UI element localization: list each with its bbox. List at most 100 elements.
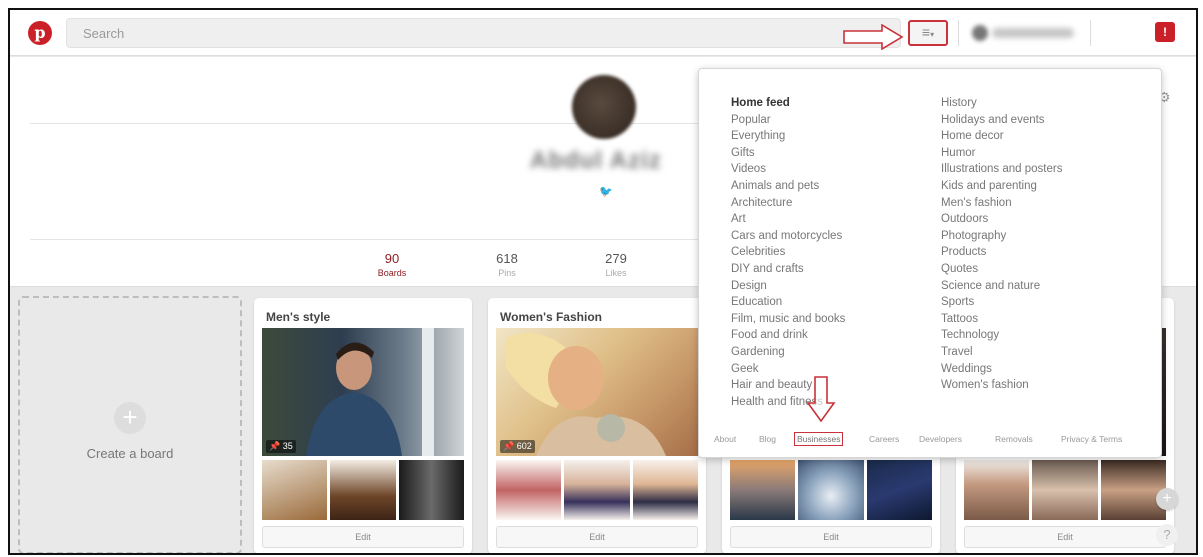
menu-item-weddings[interactable]: Weddings [941, 361, 1062, 378]
board-card[interactable]: Men's style 📌 35 Edit [254, 298, 472, 553]
profile-name: Abdul Aziz [530, 147, 662, 174]
menu-item-kids-and-parenting[interactable]: Kids and parenting [941, 178, 1062, 195]
stat-likes[interactable]: 279 Likes [586, 251, 646, 278]
footer-link-about[interactable]: About [714, 434, 736, 444]
board-cover-image [262, 328, 464, 456]
annotation-arrow-right-icon [843, 24, 904, 50]
navbar-divider [958, 20, 959, 46]
footer-link-careers[interactable]: Careers [869, 434, 899, 444]
board-thumbnail [496, 460, 562, 520]
user-name-blurred [992, 28, 1074, 38]
board-thumbnail [964, 460, 1030, 520]
menu-item-design[interactable]: Design [731, 278, 845, 295]
menu-item-tattoos[interactable]: Tattoos [941, 311, 1062, 328]
menu-item-diy-and-crafts[interactable]: DIY and crafts [731, 261, 845, 278]
footer-link-privacy-terms[interactable]: Privacy & Terms [1061, 434, 1122, 444]
board-thumbnail [564, 460, 630, 520]
board-edit-button[interactable]: Edit [730, 526, 932, 548]
menu-item-education[interactable]: Education [731, 294, 845, 311]
board-thumbnails [730, 460, 932, 520]
stat-likes-count: 279 [605, 251, 627, 266]
board-thumbnail [798, 460, 864, 520]
menu-item-holidays-and-events[interactable]: Holidays and events [941, 112, 1062, 129]
menu-item-food-and-drink[interactable]: Food and drink [731, 327, 845, 344]
board-thumbnail [262, 460, 328, 520]
menu-item-art[interactable]: Art [731, 211, 845, 228]
menu-item-home-feed[interactable]: Home feed [731, 95, 845, 112]
menu-item-popular[interactable]: Popular [731, 112, 845, 129]
stat-pins-label: Pins [498, 268, 516, 278]
plus-icon: + [114, 402, 146, 434]
top-navbar: p Search ≡▾ ! [10, 10, 1196, 56]
board-edit-button[interactable]: Edit [262, 526, 464, 548]
menu-item-architecture[interactable]: Architecture [731, 195, 845, 212]
board-card[interactable]: Women's Fashion 📌 602 Edit [488, 298, 706, 553]
stat-pins[interactable]: 618 Pins [477, 251, 537, 278]
menu-item-celebrities[interactable]: Celebrities [731, 244, 845, 261]
board-thumbnail [730, 460, 796, 520]
menu-item-products[interactable]: Products [941, 244, 1062, 261]
menu-item-animals-and-pets[interactable]: Animals and pets [731, 178, 845, 195]
divider [30, 239, 700, 240]
menu-item-technology[interactable]: Technology [941, 327, 1062, 344]
board-pin-count: 📌 35 [266, 440, 296, 453]
footer-link-removals[interactable]: Removals [995, 434, 1033, 444]
menu-item-sports[interactable]: Sports [941, 294, 1062, 311]
dropdown-footer-links: About Blog Businesses Careers Developers… [699, 431, 1161, 449]
board-edit-button[interactable]: Edit [496, 526, 698, 548]
board-thumbnail [398, 460, 464, 520]
menu-item-quotes[interactable]: Quotes [941, 261, 1062, 278]
menu-item-everything[interactable]: Everything [731, 128, 845, 145]
stat-likes-label: Likes [605, 268, 627, 278]
menu-item-photography[interactable]: Photography [941, 228, 1062, 245]
menu-item-mens-fashion[interactable]: Men's fashion [941, 195, 1062, 212]
hamburger-icon: ≡ [921, 24, 931, 40]
footer-link-blog[interactable]: Blog [759, 434, 776, 444]
menu-item-gifts[interactable]: Gifts [731, 145, 845, 162]
menu-item-humor[interactable]: Humor [941, 145, 1062, 162]
categories-column-right: History Holidays and events Home decor H… [941, 95, 1062, 394]
board-pin-count: 📌 602 [500, 440, 535, 453]
board-thumbnail [1032, 460, 1098, 520]
create-board-card[interactable]: + Create a board [18, 296, 242, 553]
footer-link-businesses[interactable]: Businesses [794, 432, 844, 446]
menu-item-gardening[interactable]: Gardening [731, 344, 845, 361]
notifications-icon[interactable]: ! [1155, 22, 1175, 42]
board-thumbnails [262, 460, 464, 520]
menu-item-home-decor[interactable]: Home decor [941, 128, 1062, 145]
user-profile-link[interactable] [972, 24, 1077, 42]
help-icon[interactable]: ? [1156, 524, 1178, 546]
board-cover-image [496, 328, 698, 456]
twitter-icon[interactable]: 🐦 [599, 185, 613, 198]
menu-item-outdoors[interactable]: Outdoors [941, 211, 1062, 228]
annotation-arrow-down-icon [806, 376, 836, 423]
board-thumbnail [1100, 460, 1166, 520]
stat-boards[interactable]: 90 Boards [362, 251, 422, 278]
footer-link-developers[interactable]: Developers [919, 434, 962, 444]
stat-pins-count: 618 [496, 251, 518, 266]
menu-item-womens-fashion[interactable]: Women's fashion [941, 377, 1062, 394]
stat-boards-label: Boards [377, 268, 407, 278]
board-thumbnail [632, 460, 698, 520]
board-thumbnail [330, 460, 396, 520]
board-edit-button[interactable]: Edit [964, 526, 1166, 548]
menu-item-history[interactable]: History [941, 95, 1062, 112]
pinterest-logo[interactable]: p [28, 21, 52, 45]
menu-item-travel[interactable]: Travel [941, 344, 1062, 361]
profile-avatar [572, 75, 636, 139]
board-thumbnails [964, 460, 1166, 520]
browser-frame: p Search ≡▾ ! Abdul Aziz 🐦 90 Boards 618 [8, 8, 1198, 555]
board-title: Men's style [266, 310, 331, 324]
menu-item-illustrations-and-posters[interactable]: Illustrations and posters [941, 161, 1062, 178]
menu-item-film-music-books[interactable]: Film, music and books [731, 311, 845, 328]
create-board-label: Create a board [86, 446, 174, 461]
menu-item-cars-and-motorcycles[interactable]: Cars and motorcycles [731, 228, 845, 245]
add-pin-icon[interactable]: + [1156, 488, 1178, 510]
board-thumbnails [496, 460, 698, 520]
chevron-down-icon: ▾ [930, 30, 935, 39]
categories-dropdown: Home feed Popular Everything Gifts Video… [698, 68, 1162, 458]
menu-item-videos[interactable]: Videos [731, 161, 845, 178]
categories-menu-button[interactable]: ≡▾ [908, 20, 948, 46]
search-input[interactable]: Search [66, 18, 901, 48]
menu-item-science-and-nature[interactable]: Science and nature [941, 278, 1062, 295]
